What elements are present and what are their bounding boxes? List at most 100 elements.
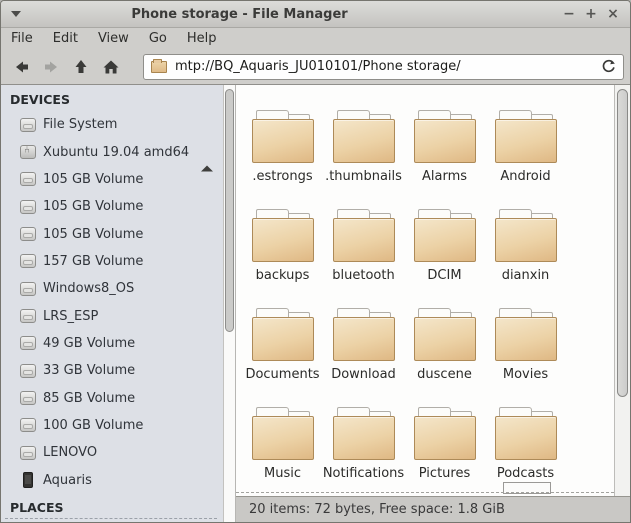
folder-icon <box>252 308 314 361</box>
folder-icon <box>414 209 476 262</box>
home-button[interactable] <box>97 53 125 81</box>
menu-item[interactable]: Help <box>177 28 227 49</box>
maximize-button[interactable]: + <box>580 3 602 25</box>
devices-header: DEVICES <box>1 85 223 111</box>
folder-icon <box>414 110 476 163</box>
folder-item[interactable]: Notifications <box>323 402 404 496</box>
device-label: 49 GB Volume <box>43 336 135 351</box>
sidebar-device-item[interactable]: Aquaris <box>1 466 223 493</box>
removable-drive-icon <box>20 145 36 159</box>
folder-icon <box>414 308 476 361</box>
window-menu-button[interactable] <box>1 1 31 27</box>
sidebar-device-item[interactable]: 49 GB Volume <box>1 330 223 357</box>
drive-harddisk-icon <box>20 418 36 432</box>
device-label: 105 GB Volume <box>43 199 143 214</box>
sidebar-device-item[interactable]: 33 GB Volume <box>1 357 223 384</box>
device-label: 105 GB Volume <box>43 227 143 242</box>
sidebar-scrollbar-thumb[interactable] <box>225 89 234 332</box>
forward-button[interactable] <box>37 53 65 81</box>
device-label: Windows8_OS <box>43 281 134 296</box>
device-label: LENOVO <box>43 445 97 460</box>
folder-item[interactable]: Pictures <box>404 402 485 496</box>
location-path[interactable]: mtp://BQ_Aquaris_JU010101/Phone storage/ <box>175 59 461 74</box>
folder-label: Alarms <box>422 169 467 184</box>
menu-item[interactable]: Edit <box>43 28 88 49</box>
back-button[interactable] <box>7 53 35 81</box>
folder-label: Documents <box>245 367 319 382</box>
drive-harddisk-icon <box>20 446 36 460</box>
folder-icon <box>333 308 395 361</box>
file-view[interactable]: .estrongs .thumbnails <box>236 85 630 496</box>
folder-item[interactable]: .thumbnails <box>323 105 404 204</box>
minimize-button[interactable]: − <box>558 3 580 25</box>
folder-icon <box>495 110 557 163</box>
drive-harddisk-icon <box>20 118 36 132</box>
folder-item[interactable]: .estrongs <box>242 105 323 204</box>
up-icon <box>73 58 89 75</box>
folder-label: dianxin <box>502 268 550 283</box>
close-button[interactable]: × <box>602 3 624 25</box>
sidebar-scrollbar[interactable] <box>223 85 236 522</box>
titlebar: Phone storage - File Manager − + × <box>1 1 630 28</box>
sidebar-device-item[interactable]: Xubuntu 19.04 amd64 <box>1 138 223 165</box>
folder-item[interactable]: Android <box>485 105 566 204</box>
folder-label: Pictures <box>419 466 470 481</box>
drive-harddisk-icon <box>20 282 36 296</box>
file-view-scrollbar[interactable] <box>614 85 630 496</box>
sidebar-device-item[interactable]: LENOVO <box>1 439 223 466</box>
drive-harddisk-icon <box>20 227 36 241</box>
folder-label: Music <box>264 466 301 481</box>
devices-list: File System Xubuntu 19.04 amd64 <box>1 111 223 494</box>
sidebar-device-item[interactable]: 100 GB Volume <box>1 412 223 439</box>
folder-icon <box>495 209 557 262</box>
location-bar[interactable]: mtp://BQ_Aquaris_JU010101/Phone storage/ <box>143 54 624 80</box>
sidebar-device-item[interactable]: 105 GB Volume <box>1 166 223 193</box>
sidebar-device-item[interactable]: 105 GB Volume <box>1 220 223 247</box>
sidebar-device-item[interactable]: Windows8_OS <box>1 275 223 302</box>
back-icon <box>13 59 30 75</box>
folder-item[interactable]: DCIM <box>404 204 485 303</box>
folder-item[interactable]: backups <box>242 204 323 303</box>
folder-icon <box>252 110 314 163</box>
menu-item[interactable]: Go <box>139 28 177 49</box>
file-manager-window: Phone storage - File Manager − + × File … <box>0 0 631 523</box>
folder-item[interactable]: Documents <box>242 303 323 402</box>
sidebar-device-item[interactable]: 85 GB Volume <box>1 384 223 411</box>
folder-item[interactable]: Music <box>242 402 323 496</box>
sidebar-device-item[interactable]: 157 GB Volume <box>1 248 223 275</box>
content-area: DEVICES File System Xubuntu 19.04 am <box>1 85 630 522</box>
folder-item[interactable]: Download <box>323 303 404 402</box>
menu-item[interactable]: File <box>1 28 43 49</box>
drive-harddisk-icon <box>20 254 36 268</box>
folder-label: Download <box>331 367 396 382</box>
menu-item[interactable]: View <box>88 28 139 49</box>
reload-button[interactable] <box>595 56 621 78</box>
folder-item[interactable]: Movies <box>485 303 566 402</box>
folder-item[interactable]: Alarms <box>404 105 485 204</box>
sidebar-device-item[interactable]: File System <box>1 111 223 138</box>
drive-harddisk-icon <box>20 172 36 186</box>
up-button[interactable] <box>67 53 95 81</box>
drive-harddisk-icon <box>20 364 36 378</box>
eject-button[interactable] <box>201 147 215 158</box>
folder-item[interactable]: bluetooth <box>323 204 404 303</box>
sidebar-device-item[interactable]: 105 GB Volume <box>1 193 223 220</box>
home-icon <box>102 59 120 75</box>
forward-icon <box>43 59 60 75</box>
sidebar-device-item[interactable]: LRS_ESP <box>1 302 223 329</box>
folder-icon <box>333 110 395 163</box>
folder-item[interactable]: dianxin <box>485 204 566 303</box>
drive-harddisk-icon <box>20 309 36 323</box>
file-view-scrollbar-thumb[interactable] <box>617 89 628 397</box>
sidebar: DEVICES File System Xubuntu 19.04 am <box>1 85 223 522</box>
folder-item[interactable]: duscene <box>404 303 485 402</box>
statusbar-text: 20 items: 72 bytes, Free space: 1.8 GiB <box>249 502 505 517</box>
folder-icon <box>333 407 395 460</box>
device-label: Xubuntu 19.04 amd64 <box>43 145 189 160</box>
window-menu-icon <box>11 11 21 17</box>
folder-icon <box>495 308 557 361</box>
folder-icon <box>333 209 395 262</box>
drive-harddisk-icon <box>20 200 36 214</box>
places-header: PLACES <box>1 494 223 519</box>
phone-icon <box>23 472 33 488</box>
